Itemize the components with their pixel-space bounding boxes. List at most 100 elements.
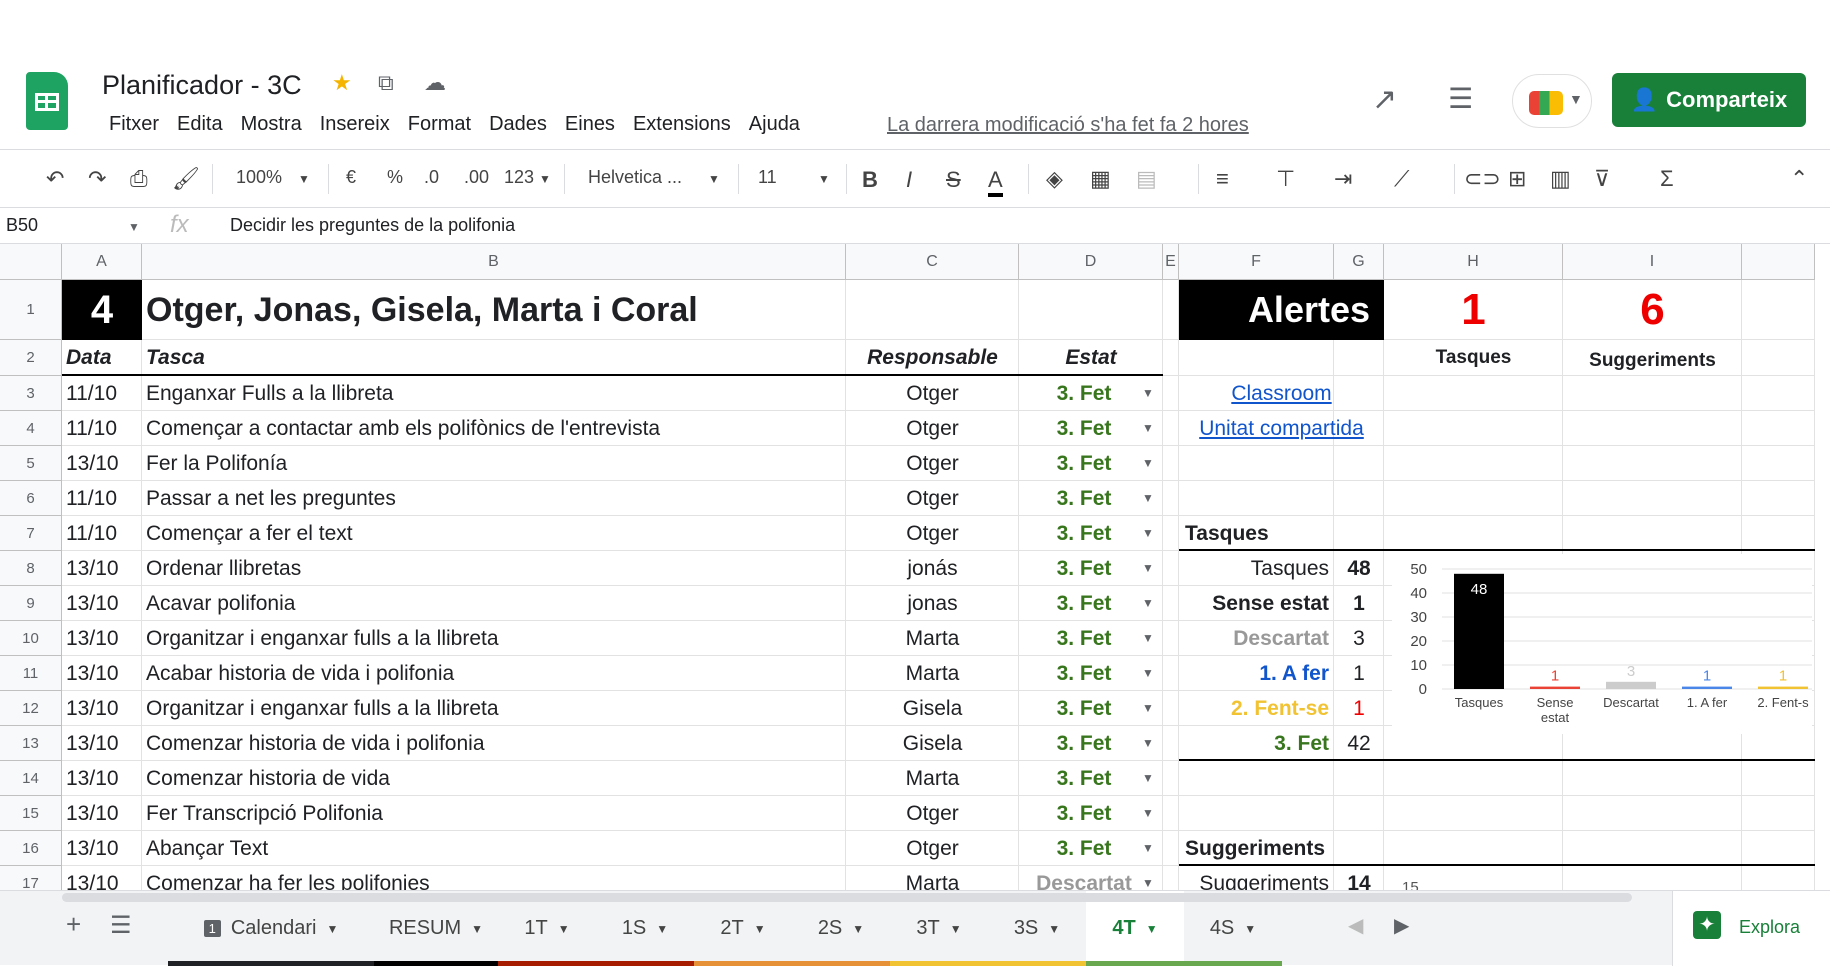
chevron-down-icon[interactable]: ▼ — [1146, 922, 1158, 936]
task-name[interactable]: Abançar Text — [146, 831, 842, 866]
vertical-align-icon[interactable]: ⊤ — [1276, 166, 1295, 192]
strikethrough-button[interactable]: S — [946, 167, 961, 193]
task-responsible[interactable]: Gisela — [846, 726, 1019, 761]
font-select[interactable]: Helvetica ... — [588, 167, 682, 188]
row-header[interactable]: 10 — [0, 621, 62, 656]
chart-bar[interactable] — [1682, 686, 1732, 689]
task-responsible[interactable]: Gisela — [846, 691, 1019, 726]
task-responsible[interactable]: jonás — [846, 551, 1019, 586]
decrease-decimals-button[interactable]: .0 — [424, 167, 439, 188]
chevron-down-icon[interactable]: ▼ — [471, 922, 483, 936]
row-header[interactable]: 5 — [0, 446, 62, 481]
column-header[interactable]: E — [1163, 244, 1179, 280]
task-responsible[interactable]: Marta — [846, 621, 1019, 656]
sheet-tab-1s[interactable]: 1S ▼ — [596, 891, 694, 966]
chevron-down-icon[interactable]: ▼ — [1142, 736, 1154, 750]
chart-icon[interactable]: ▥ — [1550, 166, 1571, 192]
italic-button[interactable]: I — [906, 167, 912, 193]
chart-bar[interactable] — [1606, 681, 1656, 689]
star-icon[interactable]: ★ — [332, 70, 352, 96]
task-responsible[interactable]: Otger — [846, 481, 1019, 516]
row-header[interactable]: 1 — [0, 280, 62, 340]
task-name[interactable]: Començar a fer el text — [146, 516, 842, 551]
task-state-dropdown[interactable]: 3. Fet — [1019, 656, 1149, 691]
chevron-down-icon[interactable]: ▼ — [818, 172, 830, 186]
task-state-dropdown[interactable]: 3. Fet — [1019, 516, 1149, 551]
sheet-tab-4s[interactable]: 4S ▼ — [1184, 891, 1282, 966]
task-state-dropdown[interactable]: 3. Fet — [1019, 726, 1149, 761]
functions-icon[interactable]: Σ — [1660, 166, 1674, 192]
task-date[interactable]: 13/10 — [66, 796, 142, 831]
column-header[interactable]: H — [1384, 244, 1563, 280]
task-responsible[interactable]: Otger — [846, 376, 1019, 411]
task-state-dropdown[interactable]: 3. Fet — [1019, 411, 1149, 446]
chevron-down-icon[interactable]: ▼ — [656, 922, 668, 936]
comment-icon[interactable]: ⊞ — [1508, 166, 1526, 192]
align-left-icon[interactable]: ≡ — [1216, 166, 1229, 192]
task-name[interactable]: Comenzar historia de vida i polifonia — [146, 726, 842, 761]
task-responsible[interactable]: Otger — [846, 516, 1019, 551]
menu-item-insereix[interactable]: Insereix — [311, 113, 399, 136]
chevron-down-icon[interactable]: ▼ — [558, 922, 570, 936]
row-header[interactable]: 4 — [0, 411, 62, 446]
sheet-tab-1t[interactable]: 1T ▼ — [498, 891, 596, 966]
task-date[interactable]: 11/10 — [66, 411, 142, 446]
task-date[interactable]: 13/10 — [66, 691, 142, 726]
task-state-dropdown[interactable]: 3. Fet — [1019, 376, 1149, 411]
increase-decimals-button[interactable]: .00 — [464, 167, 489, 188]
redo-icon[interactable]: ↷ — [88, 166, 106, 192]
task-responsible[interactable]: Marta — [846, 656, 1019, 691]
row-header[interactable]: 15 — [0, 796, 62, 831]
fill-color-icon[interactable]: ◈ — [1046, 166, 1063, 192]
chevron-down-icon[interactable]: ▼ — [1142, 876, 1154, 890]
chart-bar[interactable] — [1530, 686, 1580, 689]
select-all-corner[interactable] — [0, 244, 62, 280]
chevron-down-icon[interactable]: ▼ — [1142, 771, 1154, 785]
activity-icon[interactable]: ↗ — [1372, 82, 1397, 117]
text-rotation-icon[interactable]: ⟋ — [1394, 166, 1409, 192]
row-header[interactable]: 8 — [0, 551, 62, 586]
menu-item-eines[interactable]: Eines — [556, 113, 624, 136]
column-header[interactable]: A — [62, 244, 142, 280]
task-date[interactable]: 11/10 — [66, 516, 142, 551]
row-header[interactable]: 7 — [0, 516, 62, 551]
column-header[interactable]: C — [846, 244, 1019, 280]
task-state-dropdown[interactable]: 3. Fet — [1019, 831, 1149, 866]
task-state-dropdown[interactable]: 3. Fet — [1019, 761, 1149, 796]
horizontal-scrollbar-thumb[interactable] — [62, 893, 1632, 902]
column-header[interactable]: G — [1334, 244, 1384, 280]
task-state-dropdown[interactable]: 3. Fet — [1019, 446, 1149, 481]
task-state-dropdown[interactable]: 3. Fet — [1019, 481, 1149, 516]
row-header[interactable]: 14 — [0, 761, 62, 796]
task-name[interactable]: Acabar historia de vida i polifonia — [146, 656, 842, 691]
cloud-status-icon[interactable]: ☁ — [424, 70, 446, 96]
task-responsible[interactable]: Otger — [846, 796, 1019, 831]
row-header[interactable]: 17 — [0, 866, 62, 890]
move-folder-icon[interactable]: ⧉ — [378, 70, 394, 96]
classroom-link[interactable]: Classroom — [1179, 376, 1384, 411]
chevron-down-icon[interactable]: ▼ — [1142, 386, 1154, 400]
task-date[interactable]: 13/10 — [66, 446, 142, 481]
chevron-down-icon[interactable]: ▼ — [128, 220, 140, 234]
chevron-down-icon[interactable]: ▼ — [1142, 596, 1154, 610]
chart-bar[interactable] — [1758, 686, 1808, 689]
task-date[interactable]: 11/10 — [66, 481, 142, 516]
column-header[interactable]: I — [1563, 244, 1742, 280]
chevron-down-icon[interactable]: ▼ — [1142, 631, 1154, 645]
formula-input[interactable]: Decidir les preguntes de la polifonia — [230, 215, 515, 236]
shared-drive-link[interactable]: Unitat compartida — [1179, 411, 1384, 446]
task-name[interactable]: Enganxar Fulls a la llibreta — [146, 376, 842, 411]
all-sheets-menu-icon[interactable]: ☰ — [110, 911, 132, 940]
explore-button[interactable]: ✦ Explora — [1672, 891, 1830, 966]
menu-item-mostra[interactable]: Mostra — [232, 113, 311, 136]
sheet-tab-calendari[interactable]: 1 Calendari ▼ — [168, 891, 374, 966]
task-responsible[interactable]: Marta — [846, 866, 1019, 890]
print-icon[interactable]: ⎙ — [130, 166, 148, 192]
task-responsible[interactable]: jonas — [846, 586, 1019, 621]
chevron-down-icon[interactable]: ▼ — [950, 922, 962, 936]
merge-cells-icon[interactable]: ▤ — [1136, 166, 1157, 192]
tasks-bar-chart[interactable]: 0 10 20 30 40 50 48 Tasques 1 Sense estat 3 Descarta… — [1392, 554, 1812, 734]
sheet-tab-2t[interactable]: 2T ▼ — [694, 891, 792, 966]
document-title[interactable]: Planificador - 3C — [102, 70, 302, 101]
chevron-down-icon[interactable]: ▼ — [1142, 421, 1154, 435]
